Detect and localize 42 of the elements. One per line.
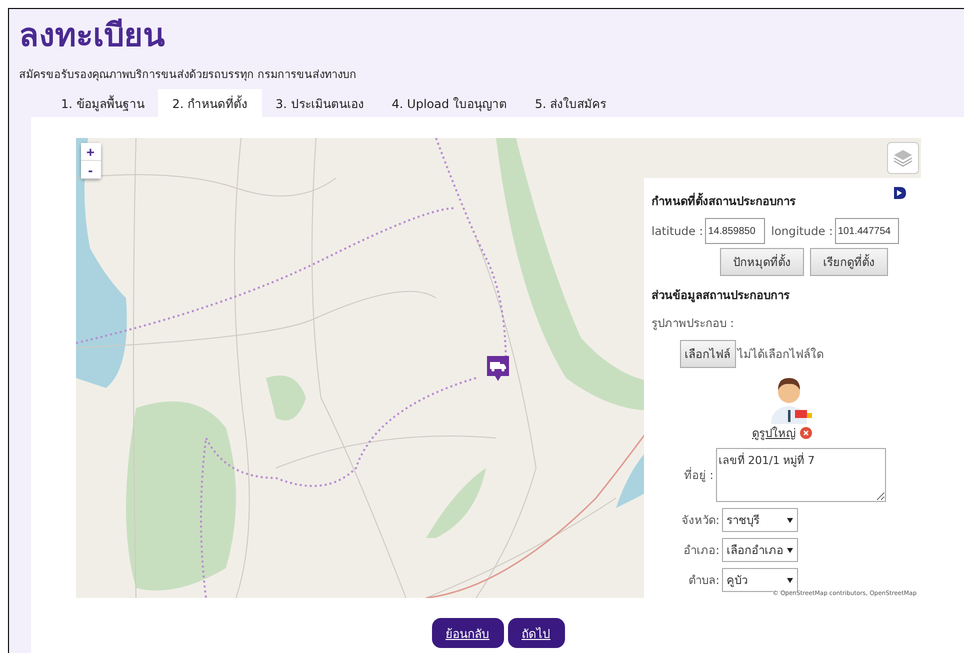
dropdown-caret-icon [786,518,792,522]
section-heading: กำหนดที่ตั้งสถานประกอบการ [652,192,796,210]
select-value: ราชบุรี [726,512,760,529]
latitude-label: latitude : [652,224,704,238]
map-action-button[interactable]: ปักหมุดที่ตั้ง [720,248,804,276]
nav-button[interactable]: ย้อนกลับ [432,618,504,648]
longitude-field[interactable]: 101.447754 [834,218,899,244]
select-label: ตำบล: [688,572,720,589]
longitude-label: longitude : [771,224,833,238]
view-large-link[interactable]: ดูรูปใหญ่ [752,424,796,442]
address-field[interactable]: เลขที่ 201/1 หมู่ที่ 7 [716,448,886,502]
select-label: จังหวัด: [680,512,720,529]
zoom-in-button[interactable]: + [80,143,100,161]
dropdown-select[interactable]: คูบัว [722,568,798,592]
zoom-out-button[interactable]: - [80,161,100,179]
select-value: เลือกอำเภอ [726,542,784,559]
section-heading: ส่วนข้อมูลสถานประกอบการ [652,287,790,304]
select-label: อำเภอ: [682,542,720,559]
step-tab[interactable]: 1. ข้อมูลพื้นฐาน [47,89,158,117]
step-tab[interactable]: 2. กำหนดที่ตั้ง [158,89,262,117]
play-logo-icon [892,186,906,200]
map-action-button[interactable]: เรียกดูที่ตั้ง [810,248,888,276]
choose-file-button[interactable]: เลือกไฟล์ [680,340,736,368]
step-tab[interactable]: 4. Upload ใบอนุญาต [378,89,521,117]
address-label: ที่อยู่ : [682,466,714,484]
layers-icon [892,149,912,167]
dropdown-caret-icon [786,548,792,552]
dropdown-select[interactable]: ราชบุรี [722,508,798,532]
nav-button[interactable]: ถัดไป [508,618,564,648]
step-tab[interactable]: 3. ประเมินตนเอง [262,89,378,117]
page-subtitle: สมัครขอรับรองคุณภาพบริการขนส่งด้วยรถบรรทุก กรมการขนส่งทางบก [19,67,358,83]
page-title: ลงทะเบียน [19,15,166,55]
truck-marker-icon[interactable] [486,356,508,382]
step-tab[interactable]: 5. ส่งใบสมัคร [520,89,620,117]
dropdown-select[interactable]: เลือกอำเภอ [722,538,798,562]
file-status-text: ไม่ได้เลือกไฟล์ใด [738,346,824,363]
remove-icon[interactable] [800,427,812,439]
layers-button[interactable] [886,142,918,174]
photo-label: รูปภาพประกอบ : [652,315,736,332]
latitude-field[interactable]: 14.859850 [705,218,766,244]
select-value: คูบัว [726,572,748,589]
dropdown-caret-icon [786,578,792,582]
